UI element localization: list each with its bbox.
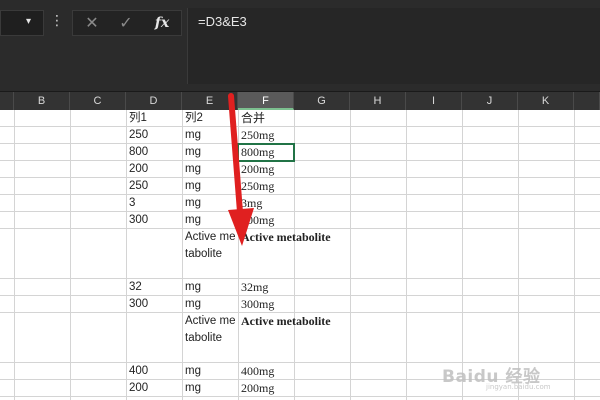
cell-f[interactable]: 合并 [238,110,265,127]
column-header-g[interactable]: G [294,92,350,110]
column-header-i[interactable]: I [406,92,462,110]
column-header-k[interactable]: K [518,92,574,110]
cell-d[interactable]: 200 [126,380,148,397]
formula-input[interactable]: =D3&E3 [187,8,600,84]
column-header-d[interactable]: D [126,92,182,110]
cell-f[interactable]: 32mg [238,279,268,296]
baidu-watermark: Baidu 经验 jingyan.baidu.com [442,362,572,392]
table-row: 800 mg 800mg [0,144,600,161]
cell-e[interactable]: 列2 [182,110,203,127]
chevron-down-icon[interactable]: ▾ [26,16,31,27]
cell-f[interactable]: Active metabolite [238,229,331,246]
cell-e[interactable]: mg [182,144,201,161]
table-row: Active metabolite Active metabolite [0,313,600,363]
cell-f[interactable]: 300mg [238,212,274,229]
more-options-icon[interactable]: ⋮ [50,14,64,28]
cell-d[interactable]: 3 [126,195,135,212]
cell-d[interactable]: 250 [126,178,148,195]
cell-e[interactable]: mg [182,363,201,380]
cell-e[interactable]: mg [182,161,201,178]
table-row: 32 mg 32mg [0,279,600,296]
cell-e[interactable]: mg [182,178,201,195]
cell-f[interactable]: 3mg [238,195,262,212]
table-row: 200 mg 200mg [0,161,600,178]
cell-e[interactable]: mg [182,127,201,144]
table-row: 列1 列2 合并 [0,110,600,127]
cell-e[interactable]: mg [182,279,201,296]
insert-function-icon[interactable]: fx [149,13,175,33]
cell-d[interactable]: 列1 [126,110,147,127]
formula-buttons: ✕ ✓ fx [72,10,182,36]
cell-e[interactable]: mg [182,212,201,229]
table-row: 250 mg 250mg [0,178,600,195]
cell-d[interactable]: 200 [126,161,148,178]
column-header-bar: BCDEFGHIJK [0,92,600,110]
row-header-corner[interactable] [0,92,14,110]
cell-e[interactable]: mg [182,195,201,212]
enter-icon[interactable]: ✓ [113,13,139,33]
cell-d[interactable]: 250 [126,127,148,144]
cell-e[interactable]: mg [182,296,201,313]
column-header-h[interactable]: H [350,92,406,110]
cell-f[interactable]: Active metabolite [238,313,331,330]
cell-f[interactable]: 200mg [238,380,274,397]
active-cell-selection[interactable] [237,143,295,162]
cell-e[interactable]: Active metabolite [182,313,238,346]
cell-f[interactable]: 250mg [238,127,274,144]
table-row: 3 mg 3mg [0,195,600,212]
worksheet-grid[interactable]: 列1 列2 合并 250 mg 250mg 800 mg 800mg 200 mg 200mg 250 m… [0,110,600,400]
table-row: 250 mg 250mg [0,127,600,144]
cell-f[interactable]: 200mg [238,161,274,178]
table-row: 300 mg 300mg [0,296,600,313]
table-row: Active metabolite Active metabolite [0,229,600,279]
column-header-e[interactable]: E [182,92,238,110]
cell-f[interactable]: 250mg [238,178,274,195]
cancel-icon[interactable]: ✕ [79,13,105,33]
cell-d[interactable]: 300 [126,296,148,313]
column-header-f[interactable]: F [238,92,294,110]
column-header-c[interactable]: C [70,92,126,110]
table-row: 300 mg 300mg [0,212,600,229]
column-header-j[interactable]: J [462,92,518,110]
name-box[interactable]: ▾ [0,10,44,36]
cell-f[interactable]: 300mg [238,296,274,313]
cell-d[interactable]: 32 [126,279,142,296]
column-header-b[interactable]: B [14,92,70,110]
cell-f[interactable]: 400mg [238,363,274,380]
column-header-l[interactable] [574,92,600,110]
cell-e[interactable]: Active metabolite [182,229,238,262]
cell-e[interactable]: mg [182,380,201,397]
cell-d[interactable]: 300 [126,212,148,229]
cell-d[interactable]: 800 [126,144,148,161]
formula-toolbar: ▾ ⋮ ✕ ✓ fx =D3&E3 [0,0,600,92]
watermark-sub: jingyan.baidu.com [486,383,551,391]
cell-d[interactable]: 400 [126,363,148,380]
